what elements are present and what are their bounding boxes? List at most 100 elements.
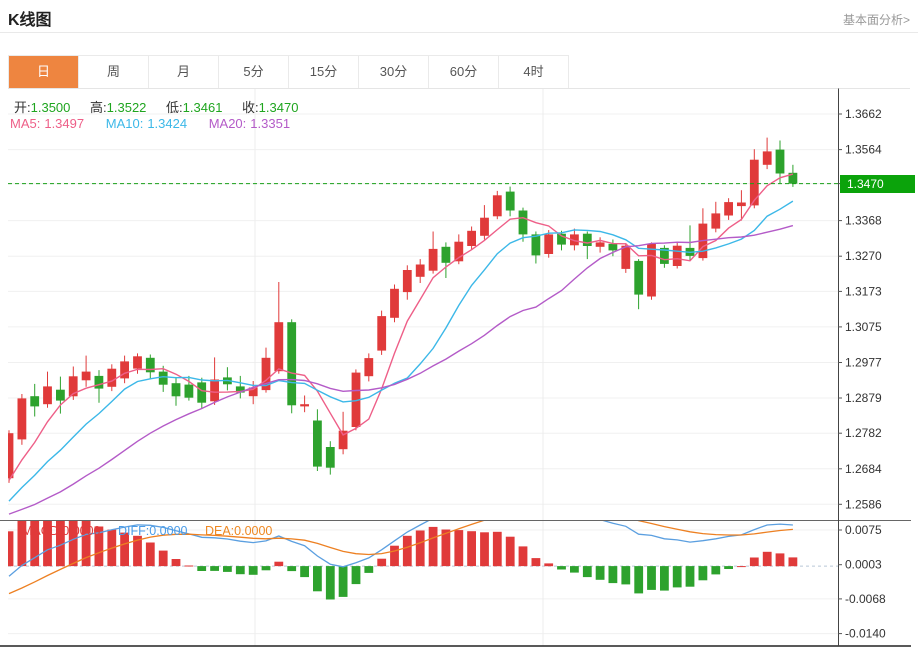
price-axis-label: 1.2782 [845, 426, 882, 440]
macd-bar [262, 566, 271, 570]
macd-bar [339, 566, 348, 597]
macd-bar [390, 546, 399, 566]
open-label: 开: [14, 100, 31, 115]
candle [120, 356, 129, 384]
price-axis-label: 1.3368 [845, 214, 882, 228]
macd-axis-label: 0.0003 [845, 558, 882, 572]
macd-bar [185, 566, 194, 567]
candle [634, 259, 643, 309]
candle [506, 187, 515, 217]
macd-bar [750, 558, 759, 567]
candle [364, 353, 373, 381]
macd-bar [776, 553, 785, 566]
macd-bar [352, 566, 361, 584]
macd-bar [519, 546, 528, 566]
macd-bar [634, 566, 643, 593]
ma-legend: MA5:1.3497 MA10:1.3424 MA20:1.3351 [10, 116, 308, 131]
price-axis-label: 1.2586 [845, 497, 882, 511]
macd-bar [660, 566, 669, 591]
candle [223, 367, 232, 390]
candle [429, 232, 438, 274]
macd-axis-label: -0.0140 [845, 627, 886, 641]
kline-widget: K线图 基本面分析> 日 周 月 5分 15分 30分 60分 4时 1.366… [0, 0, 918, 651]
macd-bar [43, 515, 52, 567]
macd-axis-label: -0.0068 [845, 592, 886, 606]
macd-bar [287, 566, 296, 571]
macd-bar [570, 566, 579, 573]
macd-bar [454, 530, 463, 566]
macd-bar [724, 566, 733, 569]
price-axis-label: 1.3564 [845, 143, 882, 157]
dea-readout: DEA:0.0000 [205, 524, 272, 538]
candle [43, 372, 52, 408]
macd-bar [249, 566, 258, 575]
macd-bar [583, 566, 592, 577]
macd-bar [647, 566, 656, 590]
macd-bar [403, 536, 412, 566]
macd-bar [197, 566, 206, 571]
tab-60min[interactable]: 60分 [429, 56, 499, 88]
macd-bar [300, 566, 309, 577]
candles-layer [5, 138, 798, 483]
candle [519, 208, 528, 242]
candle [480, 205, 489, 239]
price-axis-label: 1.3662 [845, 107, 882, 121]
macd-bar [506, 537, 515, 566]
candle [416, 259, 425, 283]
macd-bar [493, 532, 502, 566]
candle [390, 285, 399, 323]
candle [18, 394, 27, 445]
macd-bar [480, 532, 489, 566]
macd-bar [159, 551, 168, 567]
diff-readout: DIFF:0.0000 [118, 524, 187, 538]
tab-15min[interactable]: 15分 [289, 56, 359, 88]
candle [107, 364, 116, 391]
tab-5min[interactable]: 5分 [219, 56, 289, 88]
tab-30min[interactable]: 30分 [359, 56, 429, 88]
candle [583, 232, 592, 260]
tab-week[interactable]: 周 [79, 56, 149, 88]
macd-bar [789, 557, 798, 566]
macd-bar [737, 566, 746, 567]
candle [467, 227, 476, 250]
tab-day[interactable]: 日 [9, 56, 79, 88]
macd-bar [377, 559, 386, 567]
candle [493, 191, 502, 219]
tab-4hour[interactable]: 4时 [499, 56, 568, 88]
macd-bar [364, 566, 373, 573]
macd-bar [596, 566, 605, 580]
macd-bar [326, 566, 335, 599]
macd-bar [621, 566, 630, 584]
price-axis-label: 1.2684 [845, 462, 882, 476]
macd-legend: MACD:0.0000 DIFF:0.0000 DEA:0.0000 [22, 524, 286, 538]
price-axis-label: 1.2977 [845, 356, 882, 370]
tab-month[interactable]: 月 [149, 56, 219, 88]
candle [724, 198, 733, 220]
close-label: 收: [242, 100, 259, 115]
macd-bar [5, 531, 14, 566]
candle [660, 245, 669, 267]
open-value: 1.3500 [31, 100, 71, 115]
candle [236, 376, 245, 399]
price-axis-label: 1.3173 [845, 284, 882, 298]
macd-layer [5, 498, 798, 600]
timeframe-tab-bar: 日 周 月 5分 15分 30分 60分 4时 [8, 55, 569, 88]
macd-readout: MACD:0.0000 [22, 524, 101, 538]
candle [30, 384, 39, 417]
macd-bar [429, 527, 438, 566]
price-axis-label: 1.2879 [845, 391, 882, 405]
candle [711, 202, 720, 233]
macd-bar [699, 566, 708, 580]
ma5-readout: MA5:1.3497 [10, 116, 84, 131]
candle [699, 208, 708, 260]
candle [442, 242, 451, 278]
macd-bar [416, 531, 425, 567]
candle [377, 311, 386, 355]
macd-bar [172, 559, 181, 566]
candle [82, 356, 91, 387]
macd-bar [146, 543, 155, 567]
low-label: 低: [166, 100, 183, 115]
close-value: 1.3470 [259, 100, 299, 115]
candle [69, 367, 78, 400]
ma20-readout: MA20:1.3351 [209, 116, 290, 131]
